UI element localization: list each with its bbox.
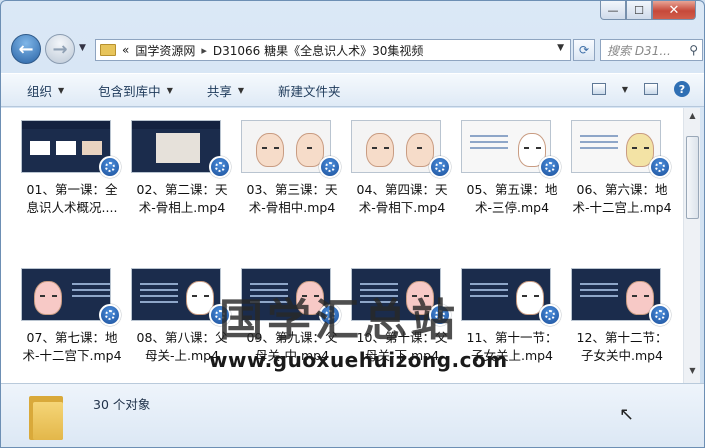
close-button[interactable]: ✕ <box>652 1 696 20</box>
minimize-button[interactable]: — <box>600 1 626 20</box>
share-menu[interactable]: 共享 ▼ <box>207 81 244 100</box>
address-overflow[interactable]: « <box>122 43 129 57</box>
preview-pane-icon[interactable] <box>644 83 658 95</box>
breadcrumb-item[interactable]: D31066 糖果《全息识人术》30集视频 <box>213 42 424 59</box>
file-item[interactable]: 05、第五课：地 术-三停.mp4 <box>457 120 567 250</box>
refresh-button[interactable]: ⟳ <box>573 39 595 61</box>
chevron-down-icon[interactable]: ▼ <box>622 85 628 94</box>
video-file-icon <box>649 304 671 326</box>
vertical-scrollbar[interactable]: ▲ ▼ <box>683 108 700 383</box>
toolbar-right: ▼ ? <box>591 81 690 97</box>
include-library-menu[interactable]: 包含到库中 ▼ <box>98 81 173 100</box>
video-thumbnail <box>241 120 331 173</box>
video-file-icon <box>319 156 341 178</box>
forward-button[interactable]: → <box>45 34 75 64</box>
file-item[interactable]: 06、第六课：地 术-十二宫上.mp4 <box>567 120 677 250</box>
search-placeholder: 搜索 D31... <box>607 43 671 58</box>
mouse-cursor-icon: ↖ <box>619 404 635 425</box>
organize-label: 组织 <box>27 83 53 99</box>
recent-pages-dropdown[interactable]: ▼ <box>79 43 86 53</box>
help-icon[interactable]: ? <box>674 81 690 97</box>
file-list[interactable]: 01、第一课：全 息识人术概况.... 02、第二课：天 术-骨相上.mp4 03、… <box>1 108 683 383</box>
include-library-label: 包含到库中 <box>98 83 161 99</box>
file-name: 05、第五课：地 术-三停.mp4 <box>466 182 558 215</box>
video-file-icon <box>649 156 671 178</box>
chevron-down-icon: ▼ <box>166 85 173 95</box>
chevron-down-icon: ▼ <box>237 85 245 95</box>
video-thumbnail <box>131 268 221 321</box>
watermark-url: www.guoxuehuizong.com <box>209 348 508 372</box>
details-pane: 30 个对象 ↖ <box>1 383 704 447</box>
video-thumbnail <box>21 268 111 321</box>
video-thumbnail <box>461 120 551 173</box>
scroll-down-icon[interactable]: ▼ <box>686 366 699 380</box>
caption-buttons: — ☐ ✕ <box>600 1 696 20</box>
address-bar[interactable]: « 国学资源网 ▸ D31066 糖果《全息识人术》30集视频 ▼ <box>95 39 571 61</box>
video-file-icon <box>539 304 561 326</box>
search-icon[interactable]: ⚲ <box>689 43 698 57</box>
search-input[interactable]: 搜索 D31... ⚲ <box>600 39 703 61</box>
new-folder-label: 新建文件夹 <box>278 83 341 99</box>
video-thumbnail <box>571 268 661 321</box>
file-item[interactable]: 12、第十二节： 子女关中.mp4 <box>567 268 677 383</box>
video-thumbnail <box>351 120 441 173</box>
video-file-icon <box>209 156 231 178</box>
file-name: 12、第十二节： 子女关中.mp4 <box>576 330 668 363</box>
explorer-window: — ☐ ✕ ← → ▼ « 国学资源网 ▸ D31066 糖果《全息识人术》30… <box>0 0 705 448</box>
maximize-button[interactable]: ☐ <box>626 1 652 20</box>
video-thumbnail <box>461 268 551 321</box>
video-thumbnail <box>571 120 661 173</box>
file-name: 06、第六课：地 术-十二宫上.mp4 <box>572 182 672 215</box>
file-item[interactable]: 04、第四课：天 术-骨相下.mp4 <box>347 120 457 250</box>
view-options-icon[interactable] <box>591 83 606 95</box>
file-name: 01、第一课：全 息识人术概况.... <box>26 182 118 215</box>
file-item[interactable]: 01、第一课：全 息识人术概况.... <box>17 120 127 250</box>
item-count: 30 个对象 <box>93 397 151 412</box>
organize-menu[interactable]: 组织 ▼ <box>27 81 64 100</box>
file-item[interactable]: 07、第七课：地 术-十二宫下.mp4 <box>17 268 127 383</box>
video-file-icon <box>539 156 561 178</box>
file-name: 03、第三课：天 术-骨相中.mp4 <box>246 182 338 215</box>
chevron-right-icon[interactable]: ▸ <box>201 44 207 57</box>
command-bar: 组织 ▼ 包含到库中 ▼ 共享 ▼ 新建文件夹 ▼ ? <box>1 73 704 107</box>
watermark-title: 国学汇总站 <box>219 295 459 346</box>
chevron-down-icon: ▼ <box>58 85 65 95</box>
video-file-icon <box>99 304 121 326</box>
file-item[interactable]: 02、第二课：天 术-骨相上.mp4 <box>127 120 237 250</box>
folder-icon <box>29 392 63 440</box>
scroll-thumb[interactable] <box>686 136 699 219</box>
file-name: 02、第二课：天 术-骨相上.mp4 <box>136 182 228 215</box>
file-item[interactable]: 03、第三课：天 术-骨相中.mp4 <box>237 120 347 250</box>
scroll-up-icon[interactable]: ▲ <box>686 111 699 125</box>
video-file-icon <box>429 156 451 178</box>
navigation-bar: ← → ▼ « 国学资源网 ▸ D31066 糖果《全息识人术》30集视频 ▼ … <box>7 31 703 69</box>
file-name: 04、第四课：天 术-骨相下.mp4 <box>356 182 448 215</box>
video-file-icon <box>99 156 121 178</box>
folder-icon <box>100 44 116 56</box>
address-dropdown-icon[interactable]: ▼ <box>557 43 564 53</box>
video-thumbnail <box>131 120 221 173</box>
back-button[interactable]: ← <box>11 34 41 64</box>
video-thumbnail <box>21 120 111 173</box>
file-name: 07、第七课：地 术-十二宫下.mp4 <box>22 330 122 363</box>
share-label: 共享 <box>206 83 232 99</box>
breadcrumb-item[interactable]: 国学资源网 <box>135 42 195 59</box>
new-folder-button[interactable]: 新建文件夹 <box>278 81 341 100</box>
